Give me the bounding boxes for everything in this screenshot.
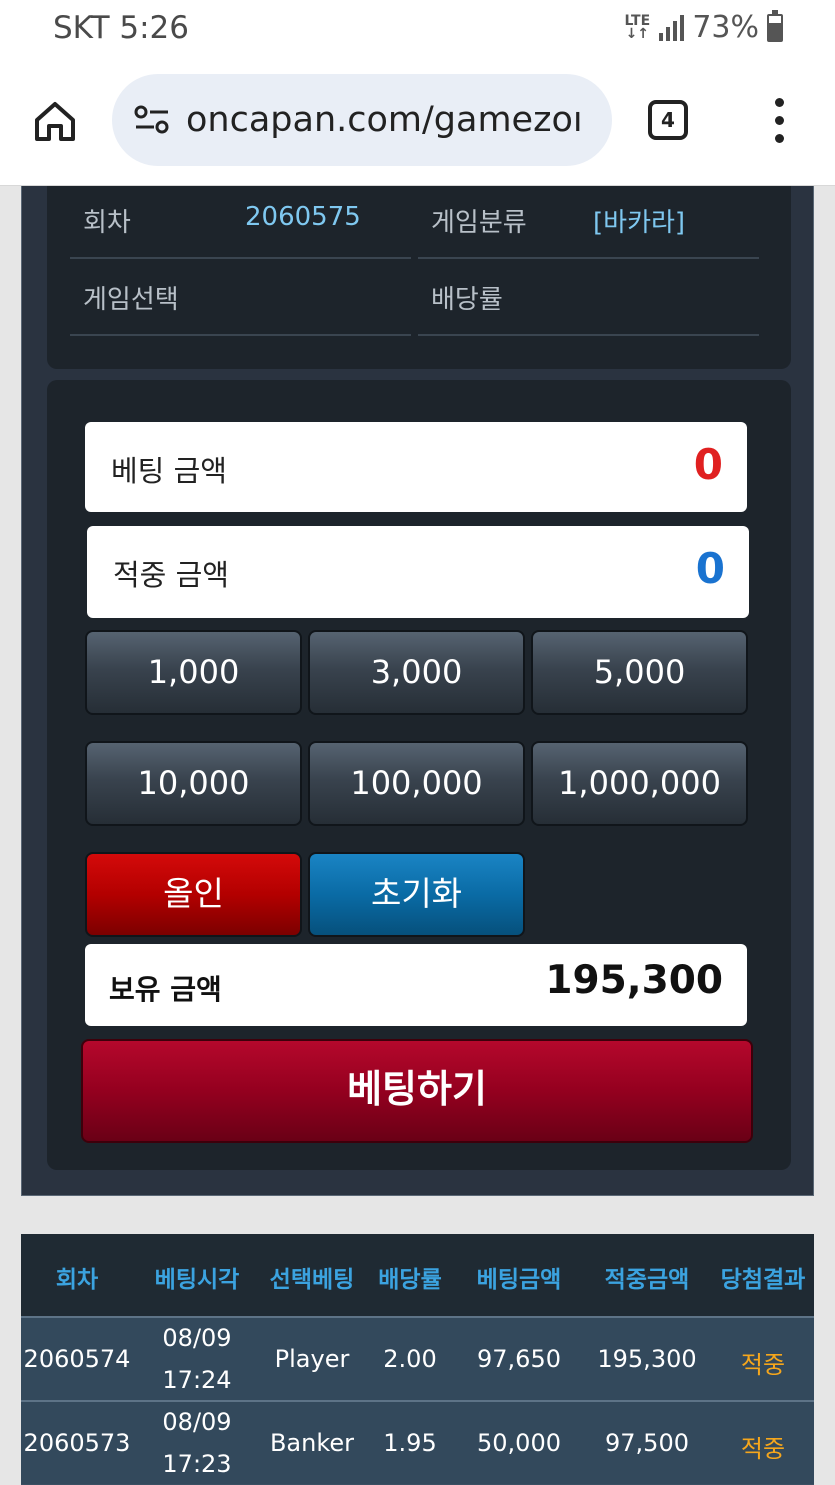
row-round: 2060573 — [23, 1429, 131, 1457]
round-value: 2060575 — [245, 202, 361, 232]
chip-100000-button[interactable]: 100,000 — [308, 741, 525, 826]
balance-label: 보유 금액 — [109, 973, 222, 1006]
game-container: 회차 2060575 게임분류 [바카라] 게임선택 배당률 베팅 금액 0 적… — [21, 186, 814, 1196]
row-time: 17:23 — [162, 1450, 232, 1478]
category-value: [바카라] — [593, 208, 686, 238]
lte-icon: LTE ↓↑ — [624, 12, 651, 42]
row-round: 2060574 — [23, 1345, 131, 1373]
odds-cell: 배당률 — [418, 263, 759, 336]
all-in-button[interactable]: 올인 — [85, 852, 302, 937]
signal-icon — [659, 14, 685, 41]
col-win-amount: 적중금액 — [604, 1267, 690, 1293]
win-amount-value: 0 — [695, 544, 725, 593]
chip-10000-button[interactable]: 10,000 — [85, 741, 302, 826]
col-bet-amount: 베팅금액 — [476, 1267, 562, 1293]
place-bet-button[interactable]: 베팅하기 — [81, 1039, 753, 1143]
bet-history-table: 회차 베팅시각 선택베팅 배당률 베팅금액 적중금액 당첨결과 2060574 … — [21, 1234, 814, 1485]
row-time: 17:24 — [162, 1366, 232, 1394]
col-bet-time: 베팅시각 — [154, 1267, 240, 1293]
table-header: 회차 베팅시각 선택베팅 배당률 베팅금액 적중금액 당첨결과 — [21, 1234, 814, 1316]
row-result: 적중 — [740, 1351, 786, 1379]
balance-value: 195,300 — [545, 958, 723, 1003]
row-pick: Banker — [269, 1429, 355, 1457]
row-odds: 1.95 — [383, 1429, 437, 1457]
bet-amount-label: 베팅 금액 — [111, 454, 227, 488]
table-row: 2060574 08/09 17:24 Player 2.00 97,650 1… — [21, 1316, 814, 1400]
row-bet: 50,000 — [477, 1429, 561, 1457]
row-win: 97,500 — [605, 1429, 689, 1457]
status-bar: SKT 5:26 LTE ↓↑ 73% — [0, 0, 835, 62]
status-icons: LTE ↓↑ 73% — [623, 9, 783, 45]
category-label: 게임분류 — [431, 208, 527, 238]
browser-toolbar: oncapan.com/gamezoı 4 — [0, 62, 835, 186]
category-cell: 게임분류 [바카라] — [418, 186, 759, 259]
url-text[interactable]: oncapan.com/gamezoı — [186, 100, 583, 140]
round-label: 회차 — [83, 208, 131, 238]
address-bar[interactable]: oncapan.com/gamezoı — [112, 74, 612, 166]
row-bet: 97,650 — [477, 1345, 561, 1373]
col-pick: 선택베팅 — [269, 1267, 355, 1293]
col-round: 회차 — [55, 1267, 99, 1293]
game-info-panel: 회차 2060575 게임분류 [바카라] 게임선택 배당률 — [47, 186, 791, 369]
chip-1000000-button[interactable]: 1,000,000 — [531, 741, 748, 826]
more-vert-icon[interactable] — [770, 98, 788, 146]
home-icon[interactable] — [32, 98, 78, 144]
col-odds: 배당률 — [378, 1267, 442, 1293]
reset-button[interactable]: 초기화 — [308, 852, 525, 937]
chip-1000-button[interactable]: 1,000 — [85, 630, 302, 715]
tabs-icon[interactable]: 4 — [648, 100, 688, 140]
row-pick: Player — [274, 1345, 350, 1373]
chip-3000-button[interactable]: 3,000 — [308, 630, 525, 715]
round-cell: 회차 2060575 — [70, 186, 411, 259]
win-amount-box: 적중 금액 0 — [87, 526, 749, 618]
col-result: 당첨결과 — [720, 1267, 806, 1293]
table-row: 2060573 08/09 17:23 Banker 1.95 50,000 9… — [21, 1400, 814, 1484]
bet-amount-box: 베팅 금액 0 — [85, 422, 747, 512]
balance-box: 보유 금액 195,300 — [85, 944, 747, 1026]
win-amount-label: 적중 금액 — [113, 558, 229, 592]
bet-panel: 베팅 금액 0 적중 금액 0 1,000 3,000 5,000 10,000… — [47, 380, 791, 1170]
battery-icon — [767, 9, 783, 42]
row-date: 08/09 — [162, 1408, 232, 1436]
odds-label: 배당률 — [431, 285, 503, 315]
row-result: 적중 — [740, 1435, 786, 1463]
chip-5000-button[interactable]: 5,000 — [531, 630, 748, 715]
site-settings-icon[interactable] — [134, 104, 170, 136]
row-date: 08/09 — [162, 1324, 232, 1352]
bet-amount-value: 0 — [693, 440, 723, 489]
row-odds: 2.00 — [383, 1345, 437, 1373]
row-win: 195,300 — [597, 1345, 697, 1373]
carrier-time: SKT 5:26 — [53, 10, 190, 46]
selection-cell: 게임선택 — [70, 263, 411, 336]
battery-percent: 73% — [692, 10, 759, 45]
selection-label: 게임선택 — [83, 285, 179, 315]
